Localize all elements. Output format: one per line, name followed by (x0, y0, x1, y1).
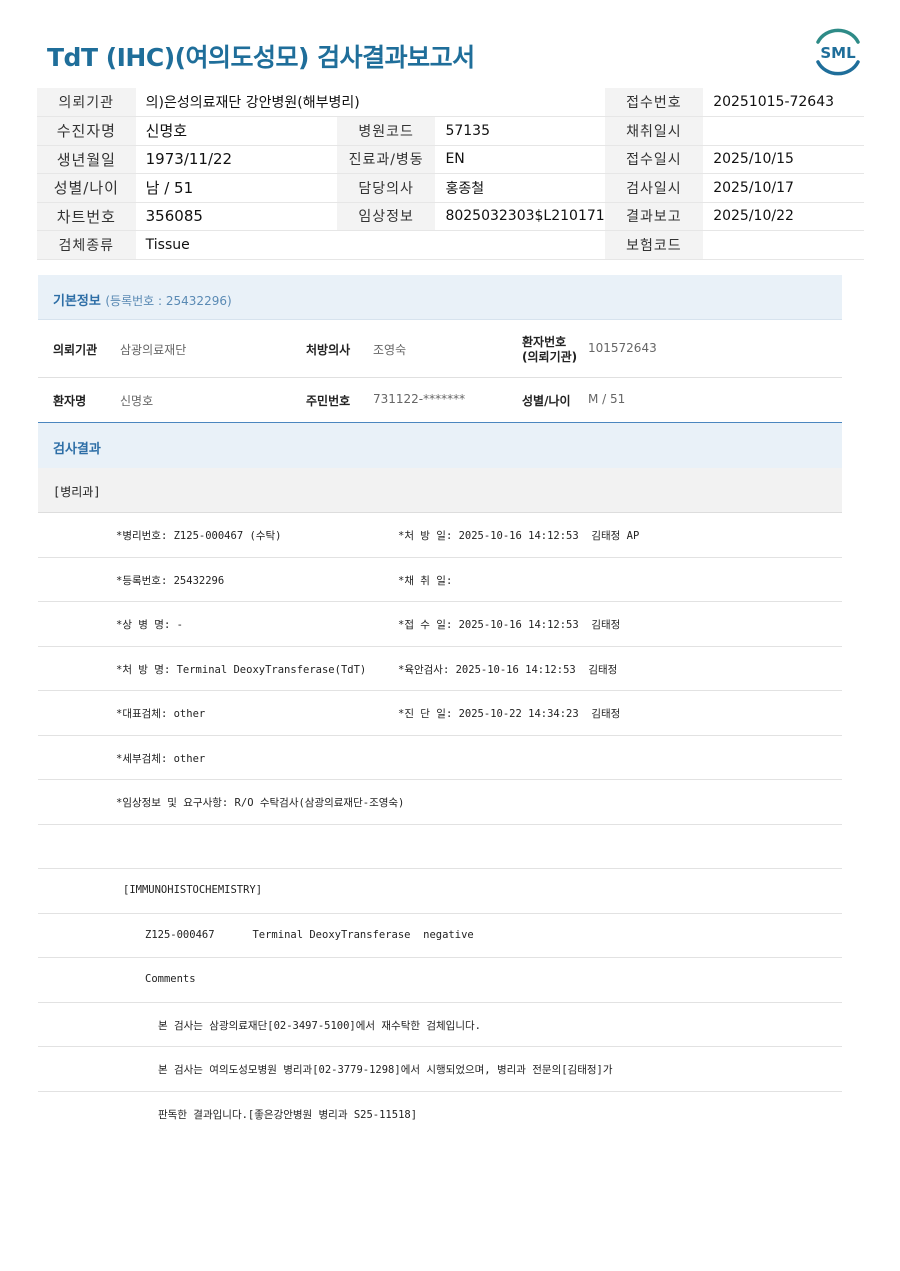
result-line-left: *처 방 명: Terminal DeoxyTransferase(TdT) (116, 663, 367, 676)
header-label: 검체종류 (37, 230, 136, 260)
header-row: 검체종류 Tissue 보험코드 (37, 230, 864, 260)
basic-info-row: 의뢰기관 삼광의료재단 처방의사 조영숙 환자번호 (의뢰기관) 1015726… (38, 320, 842, 378)
header-row: 의뢰기관 의)은성의료재단 강안병원(해부병리) 접수번호 20251015-7… (37, 88, 864, 117)
header-value: 신명호 (135, 116, 337, 146)
result-line-right: *채 취 일: (398, 574, 453, 587)
header-value: 2025/10/15 (703, 145, 864, 174)
result-line-left: *병리번호: Z125-000467 (수탁) (116, 530, 282, 542)
header-row: 차트번호 356085 임상정보 8025032303$L210171 결과보고… (37, 202, 864, 231)
client-value: 삼광의료재단 (120, 343, 187, 357)
doctor-label: 처방의사 (306, 343, 351, 357)
basic-info-heading: 기본정보 (53, 294, 101, 309)
patient-name-label: 환자명 (53, 394, 87, 408)
header-label: 수진자명 (37, 116, 136, 146)
result-line: *세부검체: other (38, 736, 842, 780)
header-table: 의뢰기관 의)은성의료재단 강안병원(해부병리) 접수번호 20251015-7… (37, 88, 864, 260)
header-value: 의)은성의료재단 강안병원(해부병리) (135, 88, 605, 117)
rrn-value: 731122-******* (373, 392, 466, 406)
result-line-left: *상 병 명: - (116, 619, 183, 631)
header-label: 임상정보 (336, 202, 436, 231)
result-line-left: *등록번호: 25432296 (116, 574, 225, 587)
ihc-result-row: Z125-000467 Terminal DeoxyTransferase ne… (38, 914, 842, 958)
header-label: 검사일시 (604, 173, 704, 203)
doctor-value: 조영숙 (373, 343, 407, 357)
comments-row: Comments (38, 958, 842, 1003)
header-value: 남 / 51 (135, 173, 337, 203)
header-value: 2025/10/17 (703, 173, 864, 203)
result-header: 검사결과 (38, 422, 842, 468)
result-heading: 검사결과 (53, 442, 101, 457)
comment-text: 본 검사는 여의도성모병원 병리과[02-3779-1298]에서 시행되었으며… (158, 1064, 613, 1076)
header-label: 의뢰기관 (37, 88, 136, 117)
sml-logo: SML (812, 28, 864, 76)
rrn-label: 주민번호 (306, 394, 351, 408)
result-line-right: *진 단 일: 2025-10-22 14:34:23 김태정 (398, 708, 621, 720)
result-line: *대표검체: other *진 단 일: 2025-10-22 14:34:23… (38, 691, 842, 736)
registration-number: (등록번호 : 25432296) (105, 294, 232, 308)
comments-label: Comments (145, 973, 196, 985)
header-label: 병원코드 (336, 116, 436, 146)
result-line-right: *처 방 일: 2025-10-16 14:12:53 김태정 AP (398, 530, 640, 542)
comment-text: 본 검사는 삼광의료재단[02-3497-5100]에서 재수탁한 검체입니다. (158, 1019, 481, 1032)
result-line: *병리번호: Z125-000467 (수탁) *처 방 일: 2025-10-… (38, 513, 842, 558)
header-label: 결과보고 (604, 202, 704, 231)
basic-info-header: 기본정보 (등록번호 : 25432296) (38, 275, 842, 320)
blank-row (38, 825, 842, 869)
header-value: 20251015-72643 (703, 88, 864, 117)
header-label: 채취일시 (604, 116, 704, 146)
logo-text: SML (820, 44, 856, 62)
header-label: 생년월일 (37, 145, 136, 174)
header-value: Tissue (135, 230, 605, 260)
basic-info-row: 환자명 신명호 주민번호 731122-******* 성별/나이 M / 51 (38, 378, 842, 422)
comment-text: 판독한 결과입니다.[좋은강안병원 병리과 S25-11518] (158, 1108, 418, 1121)
header-label: 진료과/병동 (336, 145, 436, 174)
header-value (703, 116, 864, 146)
header-row: 수진자명 신명호 병원코드 57135 채취일시 (37, 116, 864, 146)
header-value (703, 230, 864, 260)
header-value: 356085 (135, 202, 337, 231)
result-line-left: *임상정보 및 요구사항: R/O 수탁검사(삼광의료재단-조영숙) (116, 797, 405, 809)
header-row: 성별/나이 남 / 51 담당의사 홍종철 검사일시 2025/10/17 (37, 173, 864, 203)
result-line: *처 방 명: Terminal DeoxyTransferase(TdT) *… (38, 647, 842, 691)
patient-number-label-sub: (의뢰기관) (522, 350, 578, 364)
ihc-title: [IMMUNOHISTOCHEMISTRY] (123, 884, 263, 896)
report-title: TdT (IHC)(여의도성모) 검사결과보고서 (47, 43, 475, 72)
comment-row: 판독한 결과입니다.[좋은강안병원 병리과 S25-11518] (38, 1092, 842, 1137)
result-line-right: *접 수 일: 2025-10-16 14:12:53 김태정 (398, 619, 621, 631)
sex-age-label: 성별/나이 (522, 394, 571, 408)
header-value: EN (435, 145, 605, 174)
header-row: 생년월일 1973/11/22 진료과/병동 EN 접수일시 2025/10/1… (37, 145, 864, 174)
result-line: *임상정보 및 요구사항: R/O 수탁검사(삼광의료재단-조영숙) (38, 780, 842, 825)
patient-name-value: 신명호 (120, 394, 154, 408)
patient-number-value: 101572643 (588, 341, 657, 355)
result-line-left: *세부검체: other (116, 752, 206, 765)
header-value: 홍종철 (435, 173, 605, 203)
result-line: *상 병 명: - *접 수 일: 2025-10-16 14:12:53 김태… (38, 602, 842, 647)
header-value: 8025032303$L210171 (435, 202, 605, 231)
result-line-right: *육안검사: 2025-10-16 14:12:53 김태정 (398, 663, 618, 676)
result-line-left: *대표검체: other (116, 708, 206, 720)
header-label: 보험코드 (604, 230, 704, 260)
header-value: 1973/11/22 (135, 145, 337, 174)
comment-row: 본 검사는 삼광의료재단[02-3497-5100]에서 재수탁한 검체입니다. (38, 1003, 842, 1047)
result-line: *등록번호: 25432296 *채 취 일: (38, 558, 842, 602)
client-label: 의뢰기관 (53, 343, 98, 357)
header-label: 접수일시 (604, 145, 704, 174)
header-label: 차트번호 (37, 202, 136, 231)
comment-row: 본 검사는 여의도성모병원 병리과[02-3779-1298]에서 시행되었으며… (38, 1047, 842, 1092)
header-value: 2025/10/22 (703, 202, 864, 231)
dept-label: [병리과] (53, 485, 101, 499)
ihc-title-row: [IMMUNOHISTOCHEMISTRY] (38, 869, 842, 914)
sex-age-value: M / 51 (588, 392, 626, 406)
header-label: 담당의사 (336, 173, 436, 203)
ihc-result: Z125-000467 Terminal DeoxyTransferase ne… (145, 928, 474, 941)
header-label: 성별/나이 (37, 173, 136, 203)
dept-row: [병리과] (38, 468, 842, 513)
header-label: 접수번호 (604, 88, 704, 117)
header-value: 57135 (435, 116, 605, 146)
